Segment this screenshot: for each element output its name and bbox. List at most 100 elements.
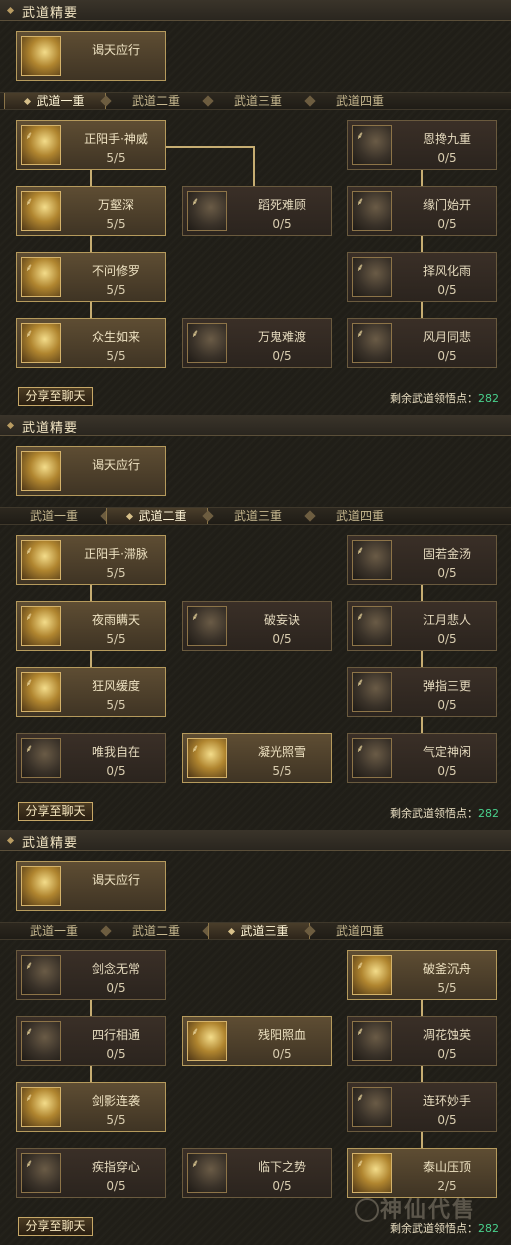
skill-icon: ⸙ bbox=[21, 257, 61, 297]
skill-node[interactable]: ⸙ 夜雨瞒天 5/5 bbox=[16, 601, 166, 651]
skill-name: 泰山压顶 bbox=[422, 1160, 471, 1174]
tab-label: 武道四重 bbox=[335, 509, 384, 523]
tab-tier-4[interactable]: 武道四重 bbox=[310, 923, 410, 939]
essence-skill-box[interactable]: 谒天应行 bbox=[16, 446, 166, 496]
skill-node[interactable]: ⸙ 万鬼难渡 0/5 bbox=[182, 318, 332, 368]
skill-name: 剑影连袭 bbox=[91, 1094, 140, 1108]
tree-connector bbox=[421, 651, 423, 667]
skill-node[interactable]: ⸙ 蹈死难顾 0/5 bbox=[182, 186, 332, 236]
tree-connector bbox=[421, 717, 423, 733]
skill-icon: ⸙ bbox=[187, 323, 227, 363]
section-title: 武道精要 bbox=[22, 836, 79, 851]
skill-name: 剑念无常 bbox=[91, 962, 140, 976]
tab-tier-2[interactable]: 武道二重 bbox=[106, 508, 208, 524]
share-to-chat-button[interactable]: 分享至聊天 bbox=[18, 802, 93, 821]
skill-name: 疾指穿心 bbox=[91, 1160, 140, 1174]
tree-connector bbox=[421, 302, 423, 318]
skill-node[interactable]: ⸙ 万壑深 5/5 bbox=[16, 186, 166, 236]
skill-node[interactable]: ⸙ 固若金汤 0/5 bbox=[347, 535, 497, 585]
skill-name: 谒天应行 bbox=[91, 873, 140, 887]
essence-skill-box[interactable]: 谒天应行 bbox=[16, 861, 166, 911]
skill-name: 万鬼难渡 bbox=[257, 330, 306, 344]
tree-connector bbox=[421, 1066, 423, 1082]
skill-level: 0/5 bbox=[272, 1179, 292, 1193]
tab-tier-3[interactable]: 武道三重 bbox=[208, 923, 310, 939]
tier-tabs: 武道一重 武道二重 武道三重 武道四重 bbox=[0, 507, 511, 525]
claw-mark-icon: ⸙ bbox=[25, 1025, 34, 1038]
tab-tier-4[interactable]: 武道四重 bbox=[310, 508, 410, 524]
tab-tier-2[interactable]: 武道二重 bbox=[106, 93, 206, 109]
skill-node[interactable]: ⸙ 正阳手·神威 5/5 bbox=[16, 120, 166, 170]
tree-connector bbox=[90, 585, 92, 601]
skill-node[interactable]: ⸙ 狂风缓度 5/5 bbox=[16, 667, 166, 717]
tab-tier-4[interactable]: 武道四重 bbox=[310, 93, 410, 109]
claw-mark-icon: ⸙ bbox=[356, 676, 365, 689]
skill-node[interactable]: ⸙ 择风化雨 0/5 bbox=[347, 252, 497, 302]
skill-node[interactable]: ⸙ 众生如来 5/5 bbox=[16, 318, 166, 368]
claw-mark-icon: ⸙ bbox=[356, 544, 365, 557]
share-to-chat-button[interactable]: 分享至聊天 bbox=[18, 1217, 93, 1236]
remaining-points-label: 剩余武道领悟点： bbox=[390, 807, 478, 820]
tab-label: 武道一重 bbox=[29, 509, 78, 523]
watermark-logo-icon bbox=[355, 1198, 379, 1222]
skill-node[interactable]: ⸙ 凋花蚀英 0/5 bbox=[347, 1016, 497, 1066]
skill-node[interactable]: ⸙ 唯我自在 0/5 bbox=[16, 733, 166, 783]
skill-node[interactable]: ⸙ 气定神闲 0/5 bbox=[347, 733, 497, 783]
skill-node[interactable]: ⸙ 临下之势 0/5 bbox=[182, 1148, 332, 1198]
claw-mark-icon: ⸙ bbox=[25, 129, 34, 142]
claw-mark-icon: ⸙ bbox=[25, 676, 34, 689]
skill-name: 气定神闲 bbox=[422, 745, 471, 759]
skill-name: 正阳手·神威 bbox=[84, 132, 148, 146]
claw-mark-icon: ⸙ bbox=[356, 610, 365, 623]
skill-node[interactable]: ⸙ 破釜沉舟 5/5 bbox=[347, 950, 497, 1000]
skill-name: 缘门始开 bbox=[422, 198, 471, 212]
skill-node[interactable]: ⸙ 疾指穿心 0/5 bbox=[16, 1148, 166, 1198]
claw-mark-icon: ⸙ bbox=[191, 195, 200, 208]
share-to-chat-button[interactable]: 分享至聊天 bbox=[18, 387, 93, 406]
claw-mark-icon: ⸙ bbox=[25, 610, 34, 623]
skill-node[interactable]: ⸙ 恩搀九重 0/5 bbox=[347, 120, 497, 170]
tab-tier-3[interactable]: 武道三重 bbox=[208, 93, 308, 109]
skill-node[interactable]: ⸙ 破妄诀 0/5 bbox=[182, 601, 332, 651]
talent-panel: 武道精要 谒天应行武道一重 武道二重 武道三重 武道四重 ⸙ 剑念无常 0/5 ⸙ 破釜沉… bbox=[0, 830, 511, 1245]
skill-node[interactable]: ⸙ 弹指三更 0/5 bbox=[347, 667, 497, 717]
skill-node[interactable]: ⸙ 不问修罗 5/5 bbox=[16, 252, 166, 302]
tab-tier-3[interactable]: 武道三重 bbox=[208, 508, 308, 524]
claw-mark-icon: ⸙ bbox=[356, 1025, 365, 1038]
skill-name: 择风化雨 bbox=[422, 264, 471, 278]
skill-node[interactable]: ⸙ 连环妙手 0/5 bbox=[347, 1082, 497, 1132]
tab-tier-1[interactable]: 武道一重 bbox=[4, 93, 106, 109]
claw-mark-icon: ⸙ bbox=[25, 261, 34, 274]
claw-mark-icon: ⸙ bbox=[25, 1157, 34, 1170]
skill-node[interactable]: ⸙ 风月同悲 0/5 bbox=[347, 318, 497, 368]
skill-node[interactable]: ⸙ 四行相通 0/5 bbox=[16, 1016, 166, 1066]
skill-node[interactable]: ⸙ 江月悲人 0/5 bbox=[347, 601, 497, 651]
skill-level: 5/5 bbox=[106, 283, 126, 297]
skill-icon: ⸙ bbox=[352, 738, 392, 778]
tab-tier-1[interactable]: 武道一重 bbox=[4, 508, 104, 524]
skill-level: 5/5 bbox=[106, 1113, 126, 1127]
skill-level: 0/5 bbox=[437, 1113, 457, 1127]
skill-name: 破妄诀 bbox=[263, 613, 300, 627]
tab-label: 武道三重 bbox=[240, 924, 289, 938]
active-tab-diamond-icon bbox=[126, 512, 134, 521]
skill-node[interactable]: ⸙ 剑念无常 0/5 bbox=[16, 950, 166, 1000]
tab-label: 武道三重 bbox=[233, 94, 282, 108]
claw-mark-icon: ⸙ bbox=[191, 610, 200, 623]
section-title: 武道精要 bbox=[22, 6, 79, 21]
skill-node[interactable]: ⸙ 正阳手·滞脉 5/5 bbox=[16, 535, 166, 585]
skill-level: 5/5 bbox=[437, 981, 457, 995]
essence-skill-box[interactable]: 谒天应行 bbox=[16, 31, 166, 81]
skill-node[interactable]: ⸙ 残阳照血 0/5 bbox=[182, 1016, 332, 1066]
skill-node[interactable]: ⸙ 剑影连袭 5/5 bbox=[16, 1082, 166, 1132]
tab-tier-1[interactable]: 武道一重 bbox=[4, 923, 104, 939]
section-header: 武道精要 bbox=[0, 415, 511, 436]
skill-node[interactable]: ⸙ 凝光照雪 5/5 bbox=[182, 733, 332, 783]
skill-name: 连环妙手 bbox=[422, 1094, 471, 1108]
skill-icon: ⸙ bbox=[187, 1021, 227, 1061]
skill-icon: ⸙ bbox=[352, 540, 392, 580]
skill-node[interactable]: ⸙ 泰山压顶 2/5 bbox=[347, 1148, 497, 1198]
tab-tier-2[interactable]: 武道二重 bbox=[106, 923, 206, 939]
skill-node[interactable]: ⸙ 缘门始开 0/5 bbox=[347, 186, 497, 236]
remaining-points: 剩余武道领悟点：282 bbox=[390, 390, 499, 406]
